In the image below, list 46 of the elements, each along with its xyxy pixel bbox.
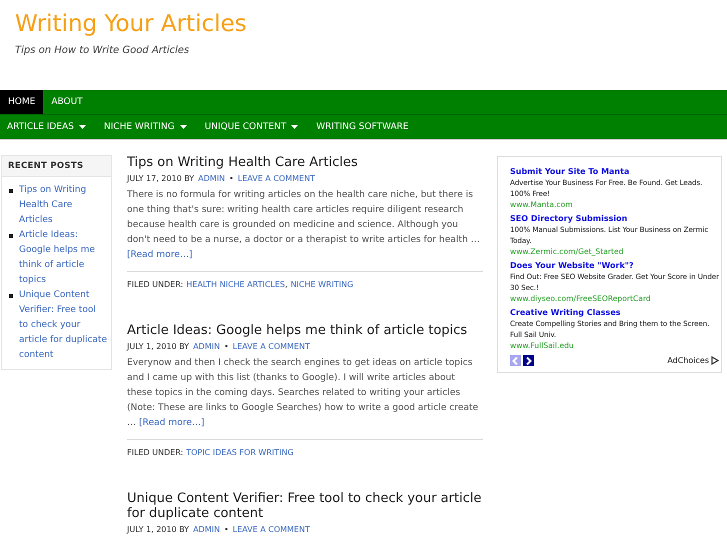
comment-link[interactable]: LEAVE A COMMENT <box>238 174 315 183</box>
author-link[interactable]: ADMIN <box>193 342 220 351</box>
category-link[interactable]: NICHE WRITING <box>290 280 354 289</box>
widget-title: RECENT POSTS <box>2 156 111 177</box>
ad-title-link[interactable]: SEO Directory Submission <box>510 213 721 224</box>
post-date: JULY 17, 2010 BY <box>127 174 194 183</box>
meta-separator: • <box>224 342 229 351</box>
filed-under-label: FILED UNDER: <box>127 448 184 457</box>
post-date: JULY 1, 2010 BY <box>127 342 190 351</box>
nav-item[interactable]: ARTICLE IDEAS <box>0 115 93 139</box>
nav-item[interactable]: ABOUT <box>43 90 91 114</box>
post-excerpt: Everynow and then I check the search engines to get ideas on article topics and I came up with this list (thanks to Google). I will write articles about these topics in the coming days. Searches related to writing your articles (Note: These are links to Google Searches) how to write a good article create … [Read more…] <box>127 357 480 430</box>
comment-link[interactable]: LEAVE A COMMENT <box>232 342 310 351</box>
next-button[interactable] <box>523 355 534 366</box>
category-link[interactable]: TOPIC IDEAS FOR WRITING <box>186 448 294 457</box>
post-title[interactable]: Unique Content Verifier: Free tool to check your article for duplicate content <box>127 491 483 521</box>
recent-post-link[interactable]: Article Ideas: Google helps me think of article topics <box>19 228 107 288</box>
post-excerpt: There is no formula for writing articles on the health care niche, but there is one thing that's sure: writing health care articles require diligent research because health care is grounded on medicine and science. Although you don't need to be a nurse, a doctor or a therapist to write articles for health … [Read more…] <box>127 189 481 262</box>
author-link[interactable]: ADMIN <box>193 525 220 534</box>
recent-post-link[interactable]: Tips on Writing Health Care Articles <box>19 183 107 228</box>
bullet-icon <box>9 189 13 193</box>
meta-separator: • <box>224 525 229 534</box>
comment-link[interactable]: LEAVE A COMMENT <box>232 525 310 534</box>
play-triangle-icon[interactable] <box>711 356 719 365</box>
nav-item[interactable]: UNIQUE CONTENT <box>198 115 306 139</box>
post-title[interactable]: Article Ideas: Google helps me think of article topics <box>127 323 483 338</box>
author-link[interactable]: ADMIN <box>198 174 226 183</box>
nav-item[interactable]: NICHE WRITING <box>96 115 194 139</box>
site-tagline: Tips on How to Write Good Articles <box>15 45 190 56</box>
nav-item[interactable]: WRITING SOFTWARE <box>309 115 416 139</box>
bullet-icon <box>9 234 13 238</box>
read-more-link[interactable]: [Read more…] <box>127 250 192 260</box>
read-more-link[interactable]: [Read more…] <box>139 418 204 428</box>
nav-item[interactable]: HOME <box>0 90 44 114</box>
recent-post-link[interactable]: Unique Content Verifier: Free tool to check your article for duplicate content <box>19 288 107 363</box>
filed-under-label: FILED UNDER: <box>127 280 184 289</box>
comma-separator: , <box>285 280 288 289</box>
ad-title-link[interactable]: Submit Your Site To Manta <box>510 166 721 177</box>
post-date: JULY 1, 2010 BY <box>127 525 190 534</box>
meta-separator: • <box>229 174 234 183</box>
category-link[interactable]: HEALTH NICHE ARTICLES <box>186 280 286 289</box>
post-title[interactable]: Tips on Writing Health Care Articles <box>127 155 483 170</box>
bullet-icon <box>9 294 13 298</box>
ad-title-link[interactable]: Does Your Website "Work"? <box>510 260 721 271</box>
adchoices-label[interactable]: AdChoices <box>667 356 709 365</box>
ad-title-link[interactable]: Creative Writing Classes <box>510 307 721 318</box>
